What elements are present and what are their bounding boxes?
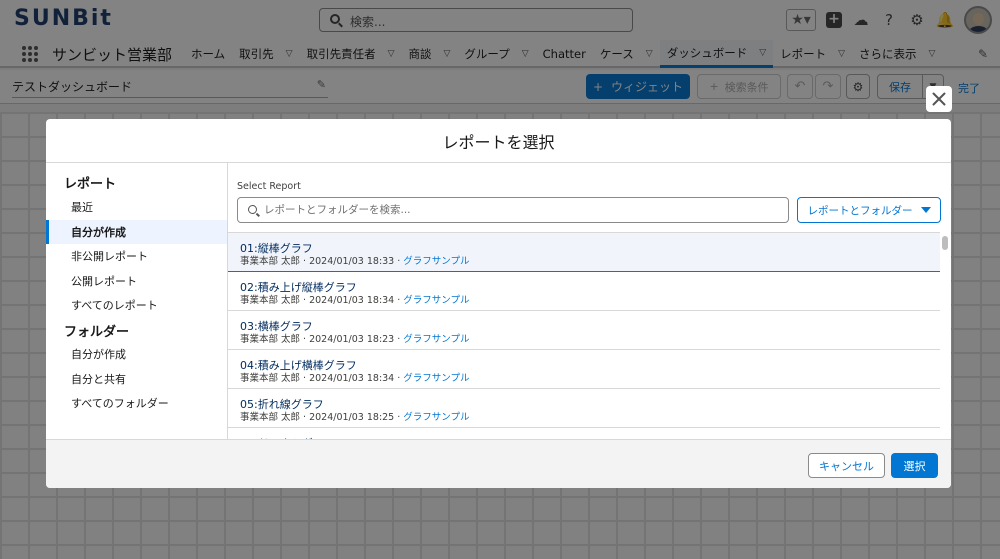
report-meta: 事業本部 太郎 · 2024/01/03 18:34 · グラフサンプル	[240, 292, 470, 306]
report-owner-date: 事業本部 太郎 · 2024/01/03 18:33 ·	[240, 256, 404, 267]
report-list-scrollbar[interactable]	[942, 234, 948, 439]
modal-close-button[interactable]	[926, 86, 952, 112]
report-row[interactable]: 03:横棒グラフ 事業本部 太郎 · 2024/01/03 18:23 · グラフ…	[228, 311, 940, 350]
reports-heading: レポート	[64, 177, 117, 192]
modal-body: レポート フォルダー 最近 自分が作成 非公開レポート 公開レポート すべてのレポート自…	[46, 163, 951, 439]
report-meta: 事業本部 太郎 · 2024/01/03 18:34 · グラフサンプル	[240, 370, 470, 384]
report-folder-link[interactable]: グラフサンプル	[403, 256, 469, 267]
report-row[interactable]: 02:積み上げ縦棒グラフ 事業本部 太郎 · 2024/01/03 18:34 ·…	[228, 272, 940, 311]
report-row[interactable]: 04:積み上げ横棒グラフ 事業本部 太郎 · 2024/01/03 18:34 ·…	[228, 350, 940, 389]
report-folder-filter-dropdown[interactable]: レポートとフォルダー	[797, 197, 941, 223]
modal-header: レポートを選択	[46, 119, 951, 163]
report-list: 01:縦棒グラフ 事業本部 太郎 · 2024/01/03 18:33 · グラフ…	[228, 232, 940, 439]
modal-title: レポートを選択	[442, 132, 555, 152]
cancel-button[interactable]: キャンセル	[808, 453, 885, 478]
report-folder-link[interactable]: グラフサンプル	[403, 412, 469, 423]
report-meta: 事業本部 太郎 · 2024/01/03 18:33 · グラフサンプル	[240, 253, 470, 267]
sidebar-report-item[interactable]: 公開レポート	[46, 269, 227, 293]
report-picker-main: Select Report レポートとフォルダー 01:縦棒グラフ事業本部 太郎…	[228, 163, 951, 439]
sidebar-report-item[interactable]: すべてのレポート	[46, 293, 227, 317]
report-folder-link[interactable]: グラフサンプル	[403, 295, 469, 306]
sidebar-report-item[interactable]: 最近	[46, 195, 227, 219]
report-owner-date: 事業本部 太郎 · 2024/01/03 18:23 ·	[240, 334, 404, 345]
report-category-sidebar: レポート フォルダー 最近 自分が作成 非公開レポート 公開レポート すべてのレポート自…	[46, 163, 228, 439]
folders-heading: フォルダー	[64, 325, 130, 340]
select-button[interactable]: 選択	[891, 453, 938, 478]
report-row[interactable]: 01:縦棒グラフ 事業本部 太郎 · 2024/01/03 18:33 · グラフ…	[228, 233, 940, 272]
sidebar-report-item[interactable]: 自分が作成	[46, 219, 227, 244]
close-icon	[932, 92, 946, 106]
report-owner-date: 事業本部 太郎 · 2024/01/03 18:25 ·	[240, 412, 404, 423]
report-row[interactable]: 06:ドーナツグラフ	[228, 428, 940, 439]
report-owner-date: 事業本部 太郎 · 2024/01/03 18:34 ·	[240, 373, 404, 384]
search-icon	[248, 205, 257, 214]
report-meta: 事業本部 太郎 · 2024/01/03 18:23 · グラフサンプル	[240, 331, 470, 345]
report-search-input[interactable]	[264, 202, 784, 218]
report-owner-date: 事業本部 太郎 · 2024/01/03 18:34 ·	[240, 295, 404, 306]
sidebar-folder-item[interactable]: 自分が作成	[46, 342, 227, 366]
report-folder-link[interactable]: グラフサンプル	[403, 334, 469, 345]
modal-footer: キャンセル 選択	[46, 439, 951, 488]
sidebar-folder-item[interactable]: 自分と共有	[46, 367, 227, 391]
sidebar-report-item[interactable]: 非公開レポート	[46, 244, 227, 268]
report-search-box	[237, 197, 789, 223]
folder-filter-label: レポートとフォルダー	[807, 204, 913, 217]
select-report-label: Select Report	[237, 181, 301, 192]
report-folder-link[interactable]: グラフサンプル	[403, 373, 469, 384]
select-report-modal: レポートを選択 レポート フォルダー 最近 自分が作成 非公開レポート 公開レポートす…	[46, 119, 951, 488]
report-meta: 事業本部 太郎 · 2024/01/03 18:25 · グラフサンプル	[240, 409, 470, 423]
report-row[interactable]: 05:折れ線グラフ 事業本部 太郎 · 2024/01/03 18:25 · グラ…	[228, 389, 940, 428]
caret-down-icon	[920, 207, 931, 213]
scrollbar-thumb[interactable]	[942, 236, 948, 250]
sidebar-folder-item[interactable]: すべてのフォルダー	[46, 391, 227, 415]
